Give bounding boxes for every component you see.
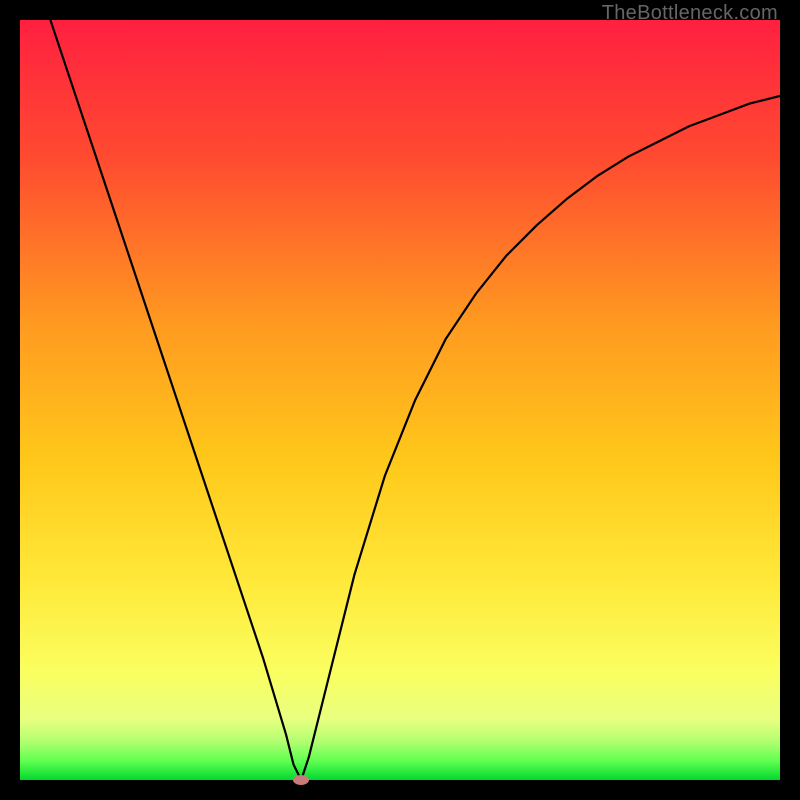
minimum-marker — [293, 775, 309, 785]
gradient-background — [20, 20, 780, 780]
watermark-text: TheBottleneck.com — [602, 2, 778, 25]
chart-container: { "watermark": "TheBottleneck.com", "col… — [0, 0, 800, 800]
plot-area — [20, 20, 780, 780]
